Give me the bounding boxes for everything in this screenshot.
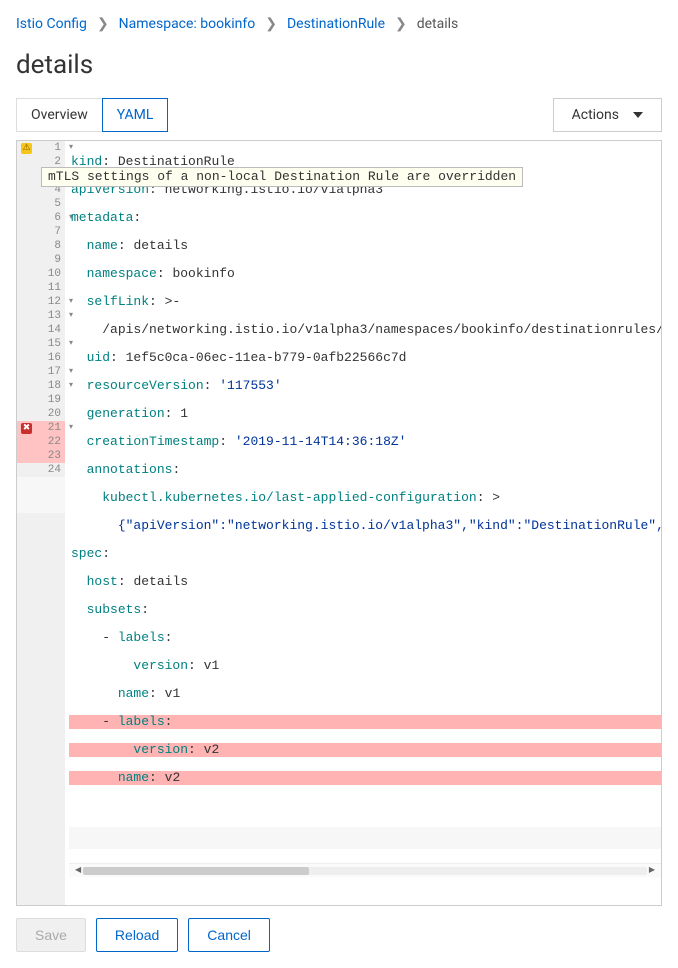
yaml-editor[interactable]: mTLS settings of a non-local Destination… (16, 140, 662, 906)
warning-icon: ⚠ (21, 143, 32, 154)
actions-label: Actions (572, 107, 619, 123)
cancel-button[interactable]: Cancel (188, 918, 270, 952)
scroll-right-icon[interactable]: ▶ (647, 864, 657, 878)
chevron-right-icon: ❯ (97, 16, 109, 32)
actions-dropdown[interactable]: Actions (553, 98, 662, 132)
tab-overview[interactable]: Overview (16, 98, 103, 132)
code-area[interactable]: kind: DestinationRule apiVersion: networ… (65, 141, 661, 905)
tab-yaml[interactable]: YAML (102, 98, 169, 132)
caret-down-icon (633, 112, 643, 118)
breadcrumb-current: details (417, 16, 459, 32)
horizontal-scrollbar[interactable]: ◀ ▶ (69, 863, 661, 877)
breadcrumb-destinationrule[interactable]: DestinationRule (287, 16, 385, 32)
button-row: Save Reload Cancel (16, 918, 662, 952)
chevron-right-icon: ❯ (265, 16, 277, 32)
chevron-right-icon: ❯ (395, 16, 407, 32)
reload-button[interactable]: Reload (96, 918, 178, 952)
breadcrumb: Istio Config ❯ Namespace: bookinfo ❯ Des… (16, 16, 662, 32)
scroll-left-icon[interactable]: ◀ (73, 864, 83, 878)
gutter: ⚠1▾ 2 3▾ 4 5 6▾ 7 8 9 10 11 12▾ 13▾ 14 1… (17, 141, 65, 905)
page-title: details (16, 50, 662, 80)
error-icon: ✖ (21, 423, 32, 434)
breadcrumb-namespace[interactable]: Namespace: bookinfo (119, 16, 256, 32)
warning-tooltip: mTLS settings of a non-local Destination… (41, 167, 523, 187)
save-button: Save (16, 918, 86, 952)
tabs: Overview YAML (16, 98, 167, 132)
breadcrumb-istio-config[interactable]: Istio Config (16, 16, 87, 32)
